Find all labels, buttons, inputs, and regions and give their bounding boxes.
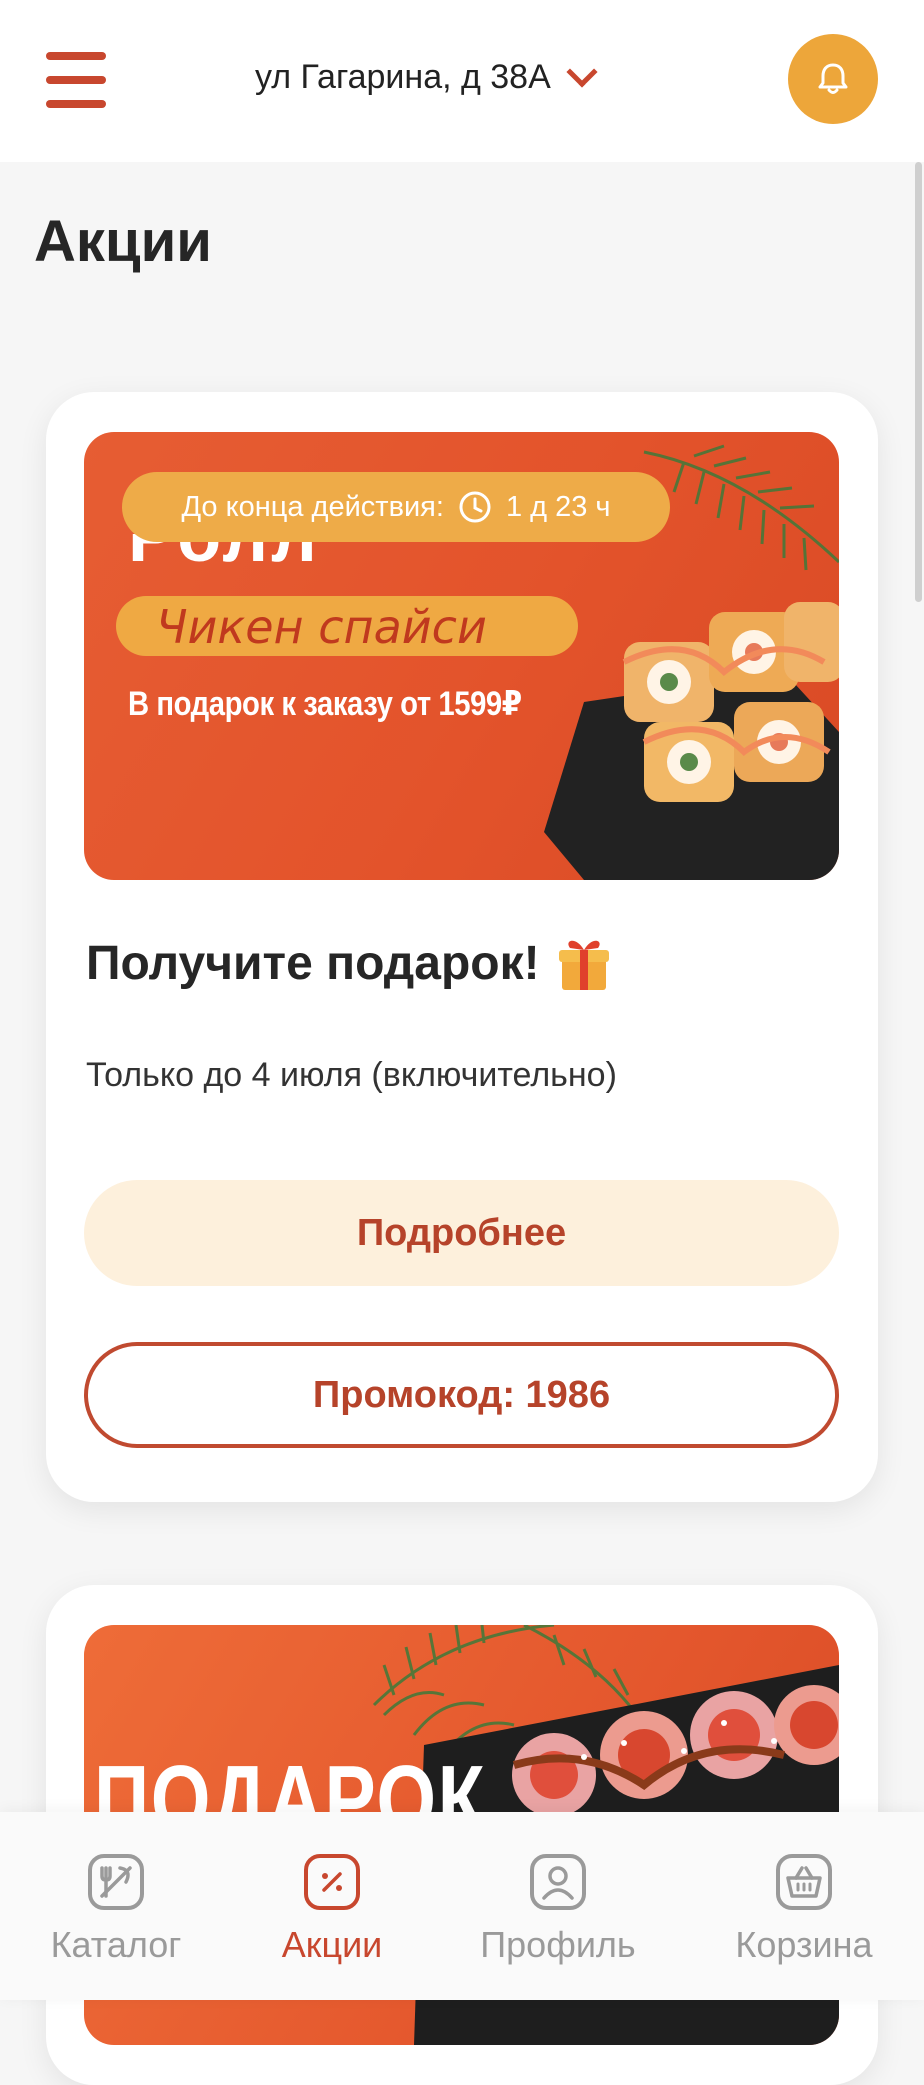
promo-card: Ролл Чикен спайси В подарок к заказу от … [46, 392, 878, 1502]
nav-label-profile: Профиль [480, 1924, 636, 1965]
promo-title-text: Получите подарок! [86, 936, 540, 990]
scroll-thumb[interactable] [915, 162, 922, 602]
profile-icon [530, 1854, 586, 1910]
nav-label-promo: Акции [281, 1924, 383, 1965]
notifications-button[interactable] [788, 34, 878, 124]
catalog-icon [88, 1854, 144, 1910]
nav-item-promo[interactable]: Акции [232, 1852, 432, 1966]
chevron-down-icon [566, 55, 598, 88]
address-selector[interactable]: ул Гагарина, д 38А [255, 55, 598, 97]
menu-icon[interactable] [46, 52, 106, 108]
clock-icon [459, 491, 491, 523]
page-title: Акции [34, 209, 212, 274]
timer-label: До конца действия: [181, 490, 444, 523]
nav-item-catalog[interactable]: Каталог [16, 1852, 216, 1966]
promo-icon [304, 1854, 360, 1910]
banner-subtitle: В подарок к заказу от 1599₽ [128, 685, 522, 723]
nav-item-basket[interactable]: Корзина [704, 1852, 904, 1966]
nav-label-basket: Корзина [735, 1924, 873, 1965]
promo-code-button[interactable]: Промокод: 1986 [84, 1342, 839, 1448]
timer-value: 1 д 23 ч [505, 490, 611, 523]
nav-label-catalog: Каталог [50, 1924, 182, 1965]
timer-badge: До конца действия: 1 д 23 ч [122, 472, 670, 542]
gift-icon [558, 940, 609, 990]
address-label: ул Гагарина, д 38А [255, 58, 551, 96]
bell-icon [818, 63, 848, 94]
banner-product: Чикен спайси [156, 600, 487, 654]
scrollbar[interactable] [912, 162, 924, 1812]
promo-title: Получите подарок! [86, 934, 612, 992]
app-header: ул Гагарина, д 38А [0, 0, 924, 162]
promo-subtitle: Только до 4 июля (включительно) [86, 1056, 617, 1094]
nav-item-profile[interactable]: Профиль [458, 1852, 658, 1966]
bottom-nav: Каталог Акции Профиль Корзина [0, 1812, 924, 2000]
basket-icon [776, 1854, 832, 1910]
more-button[interactable]: Подробнее [84, 1180, 839, 1286]
